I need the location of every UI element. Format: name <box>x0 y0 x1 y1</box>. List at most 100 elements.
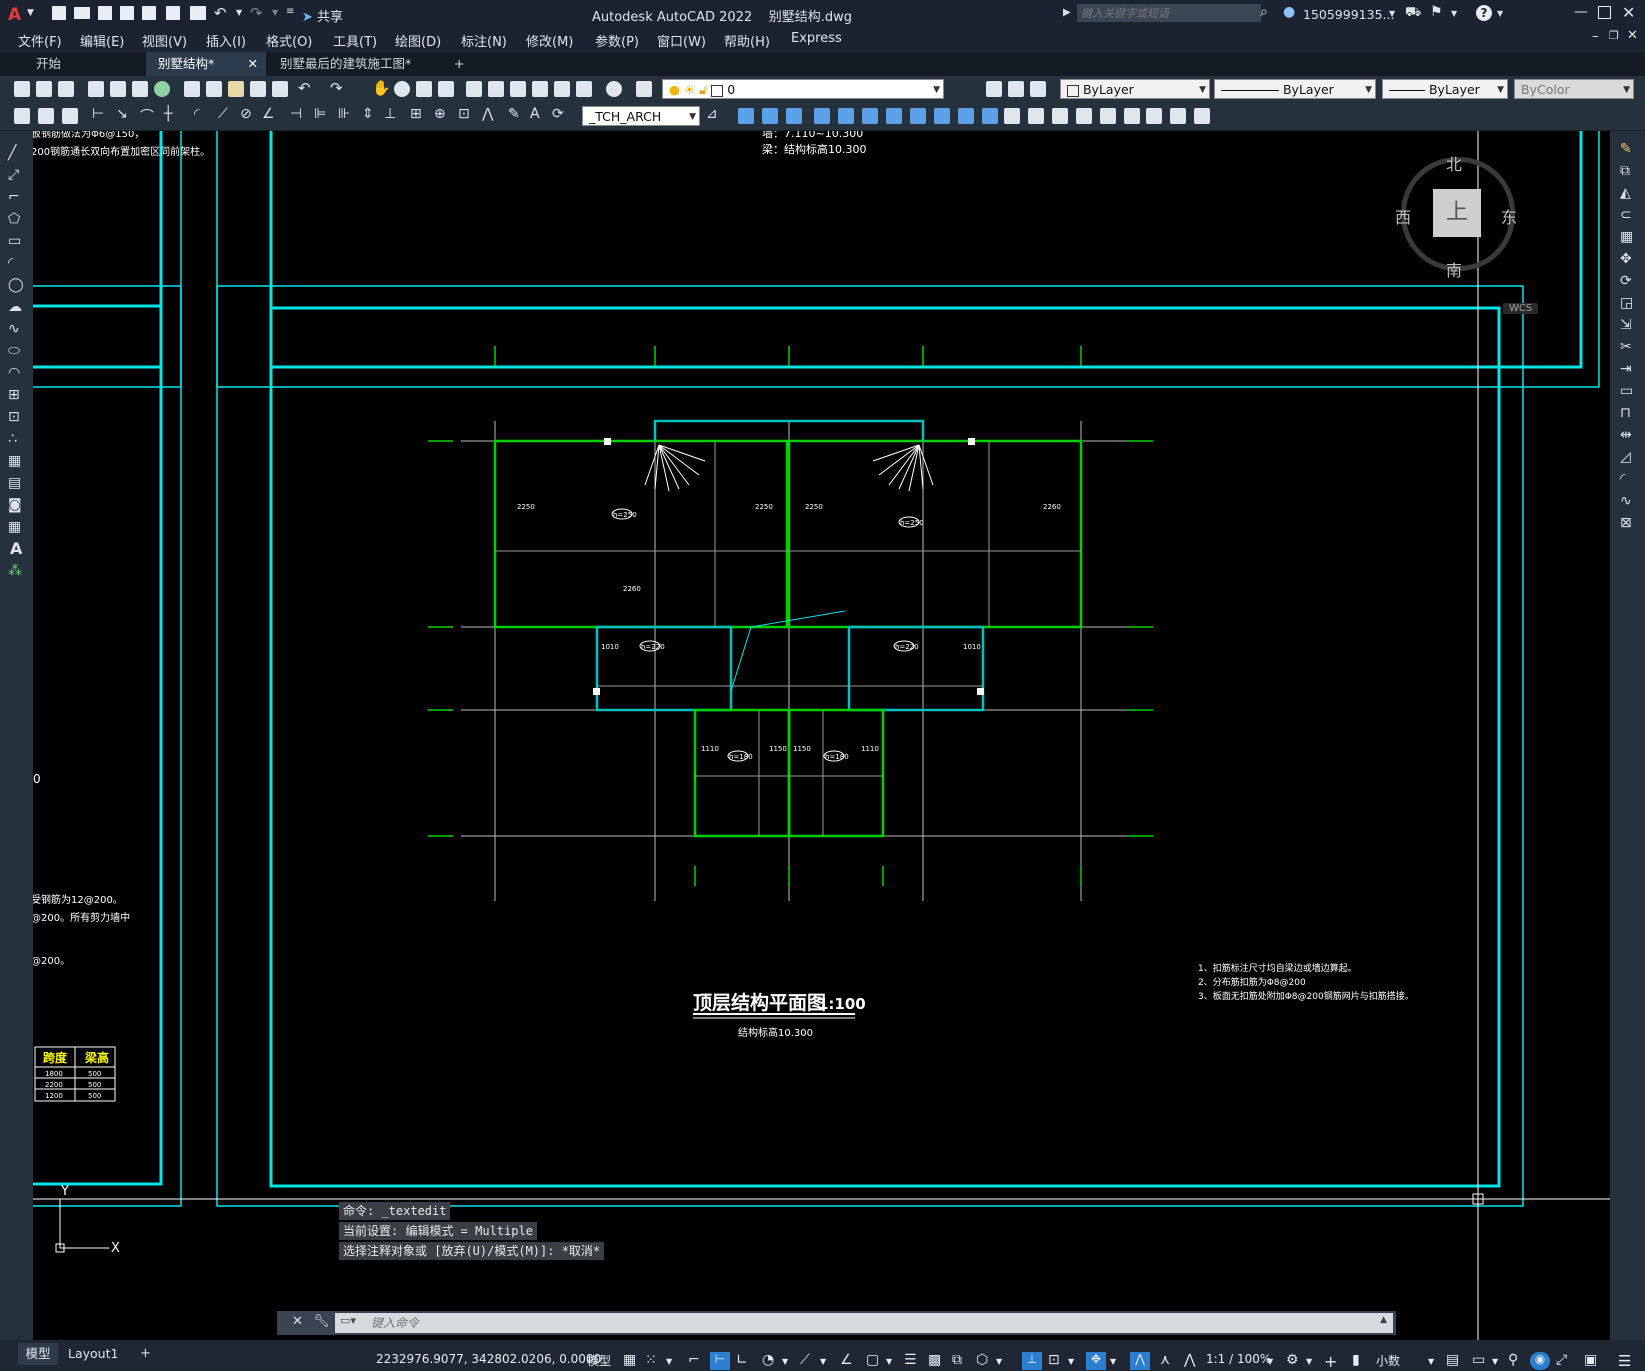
zoom-previous-icon[interactable] <box>438 81 454 97</box>
tab-add-layout[interactable]: + <box>140 1343 151 1365</box>
ungroup-icon[interactable] <box>1170 108 1186 124</box>
explode-right-icon[interactable]: ⊠ <box>1620 515 1632 531</box>
publish-icon[interactable] <box>132 81 148 97</box>
rotate-icon[interactable] <box>886 108 902 124</box>
layer-previous-icon[interactable] <box>1008 81 1024 97</box>
doc-restore-icon[interactable]: ❐ <box>1609 29 1619 42</box>
dynamic-input-icon[interactable]: ⊢ <box>710 1352 730 1370</box>
chamfer-right-icon[interactable]: ◿ <box>1620 449 1631 465</box>
menu-insert[interactable]: 插入(I) <box>206 31 246 50</box>
break-point-right-icon[interactable]: ▭ <box>1620 383 1633 399</box>
match-prop-icon[interactable] <box>250 81 266 97</box>
auto-scale-icon[interactable]: ⋏ <box>1160 1352 1170 1368</box>
dim-update-icon[interactable]: ⟳ <box>552 106 564 122</box>
move-icon[interactable] <box>862 108 878 124</box>
polygon-icon[interactable]: ⬠ <box>8 211 20 227</box>
quick-dim-icon[interactable]: ⊣ <box>290 106 302 122</box>
markup-icon[interactable] <box>554 81 570 97</box>
minimize-icon[interactable]: — <box>1574 4 1588 20</box>
scale-icon[interactable] <box>910 108 926 124</box>
fillet-icon[interactable] <box>1076 108 1092 124</box>
line-icon[interactable]: ╱ <box>8 145 16 161</box>
array-right-icon[interactable]: ▦ <box>1620 229 1633 245</box>
break-right-icon[interactable]: ⊓ <box>1620 405 1631 421</box>
properties-icon[interactable] <box>466 81 482 97</box>
array-icon[interactable] <box>838 108 854 124</box>
menu-draw[interactable]: 绘图(D) <box>395 31 441 50</box>
dim-angular-icon[interactable]: ∠ <box>262 106 275 122</box>
open-web-icon[interactable] <box>142 6 156 20</box>
units-icon[interactable]: ▮ <box>1352 1352 1360 1368</box>
drawing-canvas[interactable]: 墙：7.110~10.300 梁：结构标高10.300 板钢筋做法为Φ6@150… <box>33 131 1610 1340</box>
menu-edit[interactable]: 编辑(E) <box>80 31 124 50</box>
center-mark-icon[interactable]: ⊕ <box>434 106 446 122</box>
units-dropdown-icon[interactable]: ▼ <box>1428 1357 1434 1366</box>
menu-help[interactable]: 帮助(H) <box>724 31 770 50</box>
dim-text-edit-icon[interactable]: A <box>530 106 540 122</box>
inspect-icon[interactable]: ⊡ <box>458 106 470 122</box>
tab-active-drawing[interactable]: 别墅结构* ✕ <box>146 52 266 76</box>
construction-line-icon[interactable]: ⤢ <box>8 167 19 183</box>
undo-dropdown-icon[interactable]: ▼ <box>236 8 242 17</box>
spline-icon[interactable]: ∿ <box>8 321 20 337</box>
mirror-right-icon[interactable]: ◭ <box>1620 185 1631 201</box>
annotation-monitor-icon[interactable]: + <box>1324 1352 1337 1371</box>
close-icon[interactable]: ✕ <box>1622 3 1635 22</box>
isolate-objects-icon[interactable]: ⚲ <box>1508 1352 1518 1368</box>
drawing-svg[interactable]: 墙：7.110~10.300 梁：结构标高10.300 板钢筋做法为Φ6@150… <box>33 131 1610 1340</box>
object-snap-icon[interactable]: ▢ <box>866 1352 879 1368</box>
dim-baseline-icon[interactable]: ⊫ <box>314 106 326 122</box>
erase-icon[interactable] <box>738 108 754 124</box>
annotation-scale-icon[interactable]: ⋀ <box>1184 1352 1195 1368</box>
save-as-icon[interactable] <box>120 6 134 20</box>
viewcube-south[interactable]: 南 <box>1446 257 1462 281</box>
arc-icon[interactable]: ◜ <box>8 255 13 271</box>
menu-window[interactable]: 窗口(W) <box>657 31 706 50</box>
isodraft-icon[interactable]: ⟋ <box>800 1352 810 1368</box>
doc-close-icon[interactable]: ✕ <box>1627 28 1638 43</box>
lock-icon[interactable]: 🔓︎ <box>699 82 707 97</box>
selection-cycling-icon[interactable]: ⧉ <box>952 1352 962 1368</box>
object-snap-tracking-icon[interactable]: ∠ <box>840 1352 853 1368</box>
layer-properties-icon[interactable] <box>636 81 652 97</box>
color-arrow-icon[interactable]: ▼ <box>1199 80 1206 100</box>
grid-icon[interactable]: ▦ <box>623 1352 636 1368</box>
gradient-icon[interactable]: ▤ <box>8 475 21 491</box>
annotation-scale-dropdown-icon[interactable]: ▼ <box>1267 1357 1273 1366</box>
ellipse-icon[interactable]: ⬭ <box>8 343 20 359</box>
polyline-icon[interactable]: ⌐ <box>8 189 20 205</box>
customization-icon[interactable]: ☰ <box>1618 1352 1631 1370</box>
etransmit-icon[interactable] <box>154 81 170 97</box>
dim-linear-icon[interactable]: ⊢ <box>92 106 104 122</box>
layer-dropdown[interactable]: ● ☀ 🔓︎ 0 ▼ <box>662 79 944 99</box>
dim-continue-icon[interactable]: ⊪ <box>338 106 350 122</box>
quick-properties-icon[interactable]: ▤ <box>1446 1352 1459 1368</box>
viewcube-east[interactable]: 东 <box>1501 204 1517 228</box>
copy-object-icon[interactable] <box>762 108 778 124</box>
dim-jogged-icon[interactable]: ⟋ <box>218 106 228 122</box>
fullscreen-icon[interactable]: ▣ <box>1584 1352 1597 1368</box>
undo-icon[interactable]: ↶ <box>214 4 227 22</box>
jogged-linear-icon[interactable]: ⋀ <box>482 106 493 122</box>
trim-right-icon[interactable]: ✂ <box>1620 339 1632 355</box>
trim-icon[interactable] <box>958 108 974 124</box>
hatch-icon[interactable]: ▦ <box>8 453 21 469</box>
share-button[interactable]: ➤ 共享 <box>302 6 343 25</box>
table-icon[interactable]: ▦ <box>8 519 21 535</box>
lock-ui-dropdown-icon[interactable]: ▼ <box>1492 1357 1498 1366</box>
plotstyle-dropdown[interactable]: ByColor ▼ <box>1514 79 1634 99</box>
workspace-dropdown-icon[interactable]: ▼ <box>1306 1357 1312 1366</box>
3d-osnap-dropdown-icon[interactable]: ▼ <box>996 1357 1002 1366</box>
make-block-icon[interactable]: ⊡ <box>8 409 20 425</box>
move-right-icon[interactable]: ✥ <box>1620 251 1632 267</box>
join-right-icon[interactable]: ⇹ <box>1620 427 1632 443</box>
clean-screen-icon[interactable]: ⤢ <box>1556 1352 1567 1368</box>
polar-dropdown-icon[interactable]: ▼ <box>782 1357 788 1366</box>
selection-filter-icon[interactable]: ⊡ <box>1048 1352 1060 1368</box>
menu-express[interactable]: Express <box>791 31 842 46</box>
plotstyle-arrow-icon[interactable]: ▼ <box>1623 80 1630 100</box>
annotation-scale-value[interactable]: 1:1 / 100% <box>1206 1352 1271 1366</box>
zoom-realtime-icon[interactable] <box>394 81 410 97</box>
preview-icon[interactable] <box>110 81 126 97</box>
layer-dropdown-arrow-icon[interactable]: ▼ <box>933 80 940 100</box>
